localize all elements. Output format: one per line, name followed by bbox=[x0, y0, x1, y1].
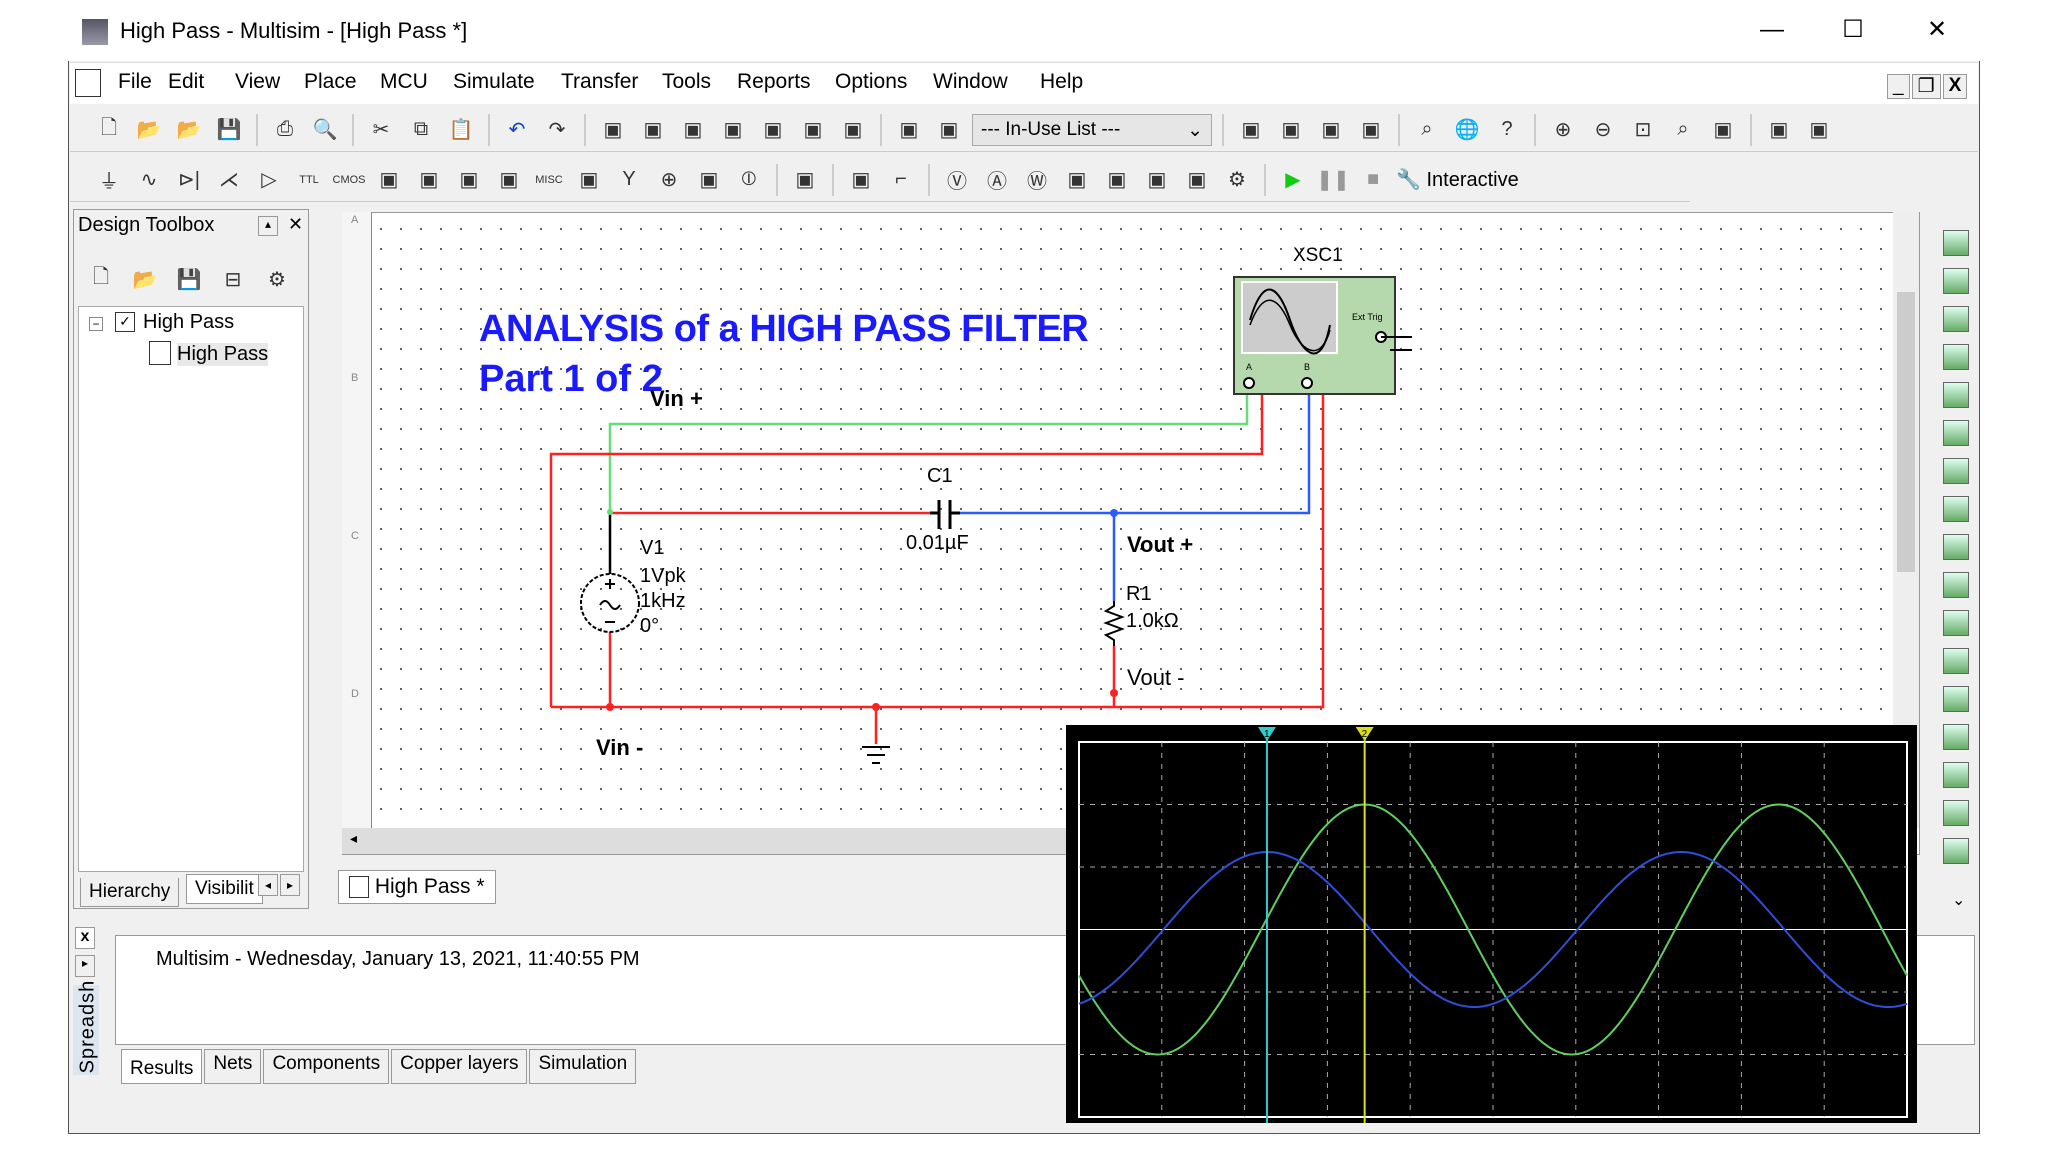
menu-transfer[interactable]: Transfer bbox=[561, 70, 638, 94]
ground-symbol bbox=[862, 746, 890, 764]
tab-high-pass-label: High Pass * bbox=[374, 875, 485, 898]
menu-options[interactable]: Options bbox=[835, 70, 907, 94]
v1-amplitude: 1Vpk bbox=[640, 565, 686, 587]
v1-phase: 0° bbox=[640, 615, 660, 637]
frequency-counter-icon[interactable] bbox=[1943, 458, 1969, 484]
scope-ref: XSC1 bbox=[1293, 245, 1343, 266]
label-vout-minus[interactable]: Vout - bbox=[1127, 665, 1184, 691]
c1-value: 0.01µF bbox=[906, 532, 969, 554]
oscilloscope-xsc1[interactable] bbox=[1233, 276, 1412, 395]
menu-window[interactable]: Window bbox=[933, 70, 1008, 94]
menu-file[interactable]: File bbox=[118, 70, 152, 94]
tab-simulation[interactable]: Simulation bbox=[529, 1049, 637, 1084]
word-generator-icon[interactable] bbox=[1943, 496, 1969, 522]
scope-graph: 12 bbox=[1078, 727, 1908, 1127]
scope-ext-trig: Ext Trig bbox=[1352, 312, 1383, 322]
tab-copper-layers[interactable]: Copper layers bbox=[391, 1049, 528, 1084]
scope-b-label: B bbox=[1304, 362, 1311, 372]
tab-high-pass[interactable]: High Pass * bbox=[338, 870, 496, 904]
4ch-oscilloscope-icon[interactable] bbox=[1943, 382, 1969, 408]
network-analyzer-icon[interactable] bbox=[1943, 724, 1969, 750]
v1-ref: V1 bbox=[640, 537, 665, 559]
agilent-generator-icon[interactable] bbox=[1943, 762, 1969, 788]
c1-ref: C1 bbox=[927, 465, 953, 487]
tab-components[interactable]: Components bbox=[263, 1049, 390, 1084]
oscilloscope-display[interactable]: 12 bbox=[1066, 725, 1917, 1127]
label-vout-plus[interactable]: Vout + bbox=[1127, 532, 1193, 558]
label-vin-minus[interactable]: Vin - bbox=[596, 735, 643, 761]
tab-results[interactable]: Results bbox=[121, 1049, 203, 1084]
bode-plotter-icon[interactable] bbox=[1943, 420, 1969, 446]
schematic-icon bbox=[349, 876, 369, 899]
voltage-source-v1[interactable] bbox=[580, 573, 640, 633]
toolbar-expand-icon[interactable]: ⌄ bbox=[1952, 890, 1965, 910]
menu-reports[interactable]: Reports bbox=[737, 70, 811, 94]
menu-mcu[interactable]: MCU bbox=[380, 70, 428, 94]
scope-a-label: A bbox=[1246, 362, 1253, 372]
menu-tools[interactable]: Tools bbox=[662, 70, 711, 94]
v1-frequency: 1kHz bbox=[640, 590, 686, 612]
menu-view[interactable]: View bbox=[235, 70, 280, 94]
schematic-title[interactable]: ANALYSIS of a HIGH PASS FILTER bbox=[479, 308, 1089, 351]
capacitor-c1[interactable] bbox=[930, 500, 960, 529]
cursor-1-label: 1 bbox=[1264, 729, 1270, 740]
wire-vout[interactable] bbox=[960, 387, 1311, 515]
logic-analyzer-icon[interactable] bbox=[1943, 572, 1969, 598]
instruments-toolbar bbox=[1933, 230, 1979, 864]
menu-place[interactable]: Place bbox=[304, 70, 357, 94]
label-vin-plus[interactable]: Vin + bbox=[650, 386, 703, 412]
tab-nets[interactable]: Nets bbox=[204, 1049, 262, 1084]
spectrum-analyzer-icon[interactable] bbox=[1943, 686, 1969, 712]
menu-edit[interactable]: Edit bbox=[168, 70, 204, 94]
r1-ref: R1 bbox=[1126, 583, 1152, 605]
wattmeter-icon[interactable] bbox=[1943, 306, 1969, 332]
menu-simulate[interactable]: Simulate bbox=[453, 70, 535, 94]
wire-vin-plus[interactable] bbox=[608, 387, 1249, 512]
function-generator-icon[interactable] bbox=[1943, 268, 1969, 294]
schematic-subtitle[interactable]: Part 1 of 2 bbox=[479, 358, 663, 401]
resistor-r1[interactable] bbox=[1103, 601, 1125, 646]
spreadsheet-side-label: Spreadsh bbox=[76, 979, 99, 1074]
agilent-multimeter-icon[interactable] bbox=[1943, 800, 1969, 826]
spreadsheet-tabs: Results Nets Components Copper layers Simula… bbox=[121, 1049, 637, 1084]
results-message: Multisim - Wednesday, January 13, 2021, … bbox=[156, 948, 640, 970]
r1-value: 1.0kΩ bbox=[1126, 610, 1179, 632]
spreadsheet-expand-button[interactable]: ▸ bbox=[75, 955, 95, 977]
iv-analyzer-icon[interactable] bbox=[1943, 610, 1969, 636]
multimeter-icon[interactable] bbox=[1943, 230, 1969, 256]
logic-converter-icon[interactable] bbox=[1943, 534, 1969, 560]
labview-icon[interactable] bbox=[1943, 838, 1969, 864]
spreadsheet-close-button[interactable]: x bbox=[75, 927, 95, 949]
distortion-analyzer-icon[interactable] bbox=[1943, 648, 1969, 674]
oscilloscope-icon[interactable] bbox=[1943, 344, 1969, 370]
cursor-2-label: 2 bbox=[1362, 729, 1368, 740]
menu-help[interactable]: Help bbox=[1040, 70, 1083, 94]
